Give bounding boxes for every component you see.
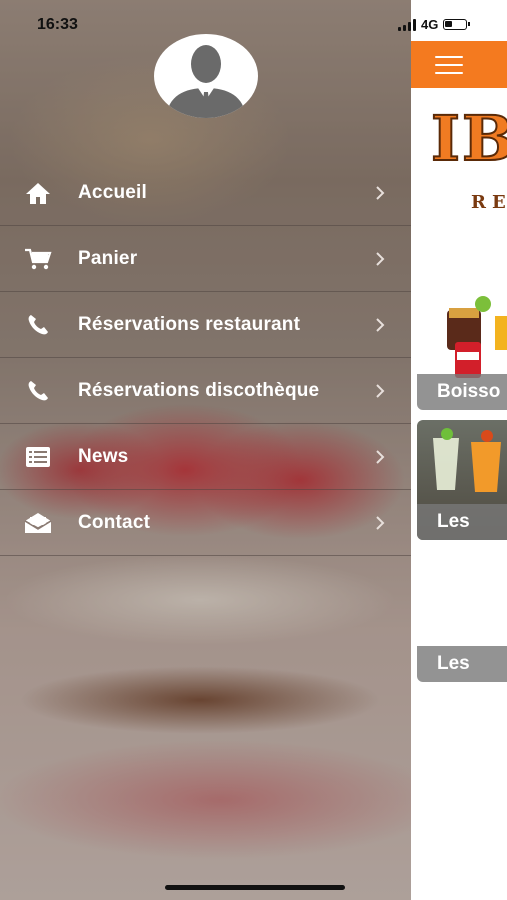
card-caption: Boisso (417, 374, 507, 410)
battery-icon (443, 19, 471, 30)
menu-item-news[interactable]: News (0, 424, 411, 490)
user-avatar[interactable] (154, 34, 258, 118)
top-app-bar (411, 41, 507, 88)
network-type: 4G (421, 17, 439, 32)
brand-logo: IB (430, 102, 507, 175)
hamburger-menu-icon[interactable] (435, 56, 463, 74)
chevron-right-icon (376, 317, 385, 332)
menu-item-label: Réservations restaurant (78, 313, 301, 335)
drawer-menu: Accueil Panier Réservations restaurant R… (0, 160, 411, 556)
menu-item-label: Accueil (78, 181, 147, 203)
signal-icon (398, 18, 416, 31)
status-bar: 16:33 4G (0, 0, 507, 44)
person-icon (166, 45, 246, 118)
menu-item-label: Panier (78, 247, 138, 269)
brand-logo-subtitle: RE (471, 192, 507, 213)
drinks-image (447, 296, 507, 378)
category-card-third[interactable]: Les (417, 560, 507, 682)
category-card-boissons[interactable]: Boisso (417, 290, 507, 410)
home-icon (24, 179, 52, 207)
chevron-right-icon (376, 251, 385, 266)
menu-item-reservations-discotheque[interactable]: Réservations discothèque (0, 358, 411, 424)
menu-item-label: Contact (78, 511, 151, 533)
chevron-right-icon (376, 383, 385, 398)
menu-item-reservations-restaurant[interactable]: Réservations restaurant (0, 292, 411, 358)
cocktails-image (433, 428, 501, 492)
phone-icon (24, 311, 52, 339)
status-icons: 4G (398, 17, 471, 32)
category-card-cocktails[interactable]: Les (417, 420, 507, 540)
card-caption: Les (417, 646, 507, 682)
menu-item-accueil[interactable]: Accueil (0, 160, 411, 226)
chevron-right-icon (376, 515, 385, 530)
menu-item-contact[interactable]: Contact (0, 490, 411, 556)
status-time: 16:33 (37, 16, 78, 33)
main-content: IB RE Boisso Les Les (411, 0, 507, 900)
cart-icon (24, 245, 52, 273)
navigation-drawer: Accueil Panier Réservations restaurant R… (0, 0, 411, 900)
menu-item-label: News (78, 445, 129, 467)
list-icon (24, 443, 52, 471)
envelope-icon (24, 509, 52, 537)
menu-item-label: Réservations discothèque (78, 379, 320, 401)
card-caption: Les (417, 504, 507, 540)
chevron-right-icon (376, 185, 385, 200)
chevron-right-icon (376, 449, 385, 464)
menu-item-panier[interactable]: Panier (0, 226, 411, 292)
phone-icon (24, 377, 52, 405)
home-indicator[interactable] (165, 885, 345, 890)
